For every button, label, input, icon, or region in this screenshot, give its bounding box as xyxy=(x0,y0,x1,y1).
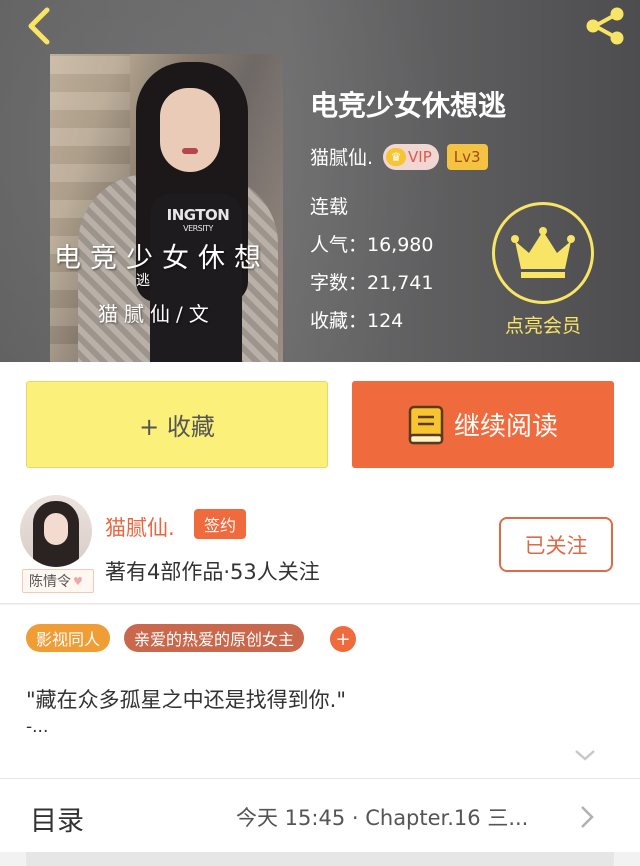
header-author-name[interactable]: 猫腻仙. xyxy=(310,143,373,170)
author-name[interactable]: 猫腻仙. xyxy=(105,512,175,542)
continue-reading-label: 继续阅读 xyxy=(453,412,558,442)
avatar-tag-label: 陈情令 xyxy=(29,574,71,590)
avatar-face xyxy=(44,513,68,545)
heart-icon: ♥ xyxy=(73,574,83,588)
cover-lips xyxy=(182,148,198,154)
intro-more: -... xyxy=(26,717,49,737)
add-tag-button[interactable]: + xyxy=(330,626,356,652)
book-status: 连载 xyxy=(310,196,349,218)
table-of-contents-row[interactable]: 目录 今天 15:45 · Chapter.16 三... xyxy=(0,778,640,852)
signed-badge: 签约 xyxy=(194,509,247,539)
vip-badge: ♛ VIP xyxy=(383,143,439,170)
author-row: 陈情令 ♥ 猫腻仙. 签约 著有4部作品·53人关注 已关注 xyxy=(0,480,640,604)
membership-button[interactable] xyxy=(492,202,594,304)
avatar[interactable] xyxy=(20,495,92,567)
author-line: 猫腻仙. ♛ VIP Lv3 xyxy=(310,143,488,170)
book-icon xyxy=(408,405,444,444)
intro-section: 影视同人 亲爱的热爱的原创女主 + "藏在众多孤星之中还是找得到你." -... xyxy=(0,605,640,778)
book-cover[interactable]: INGTON VERSITY 电竞少女休想 逃 猫腻仙/文 xyxy=(50,54,283,362)
latest-chapter: 今天 15:45 · Chapter.16 三... xyxy=(236,806,529,830)
chevron-down-icon[interactable] xyxy=(574,745,596,765)
level-badge: Lv3 xyxy=(446,143,488,170)
crown-icon: ♛ xyxy=(386,147,407,166)
back-icon[interactable] xyxy=(18,6,58,46)
intro-text: "藏在众多孤星之中还是找得到你." xyxy=(26,688,346,712)
cover-shirt-text: INGTON xyxy=(166,206,230,224)
cover-face xyxy=(160,88,220,172)
vip-label: VIP xyxy=(408,147,432,166)
book-header: INGTON VERSITY 电竞少女休想 逃 猫腻仙/文 电竞少女休想逃 猫腻… xyxy=(0,0,640,362)
book-title: 电竞少女休想逃 xyxy=(310,89,507,122)
cover-shirt-print: INGTON VERSITY xyxy=(154,206,242,234)
share-icon[interactable] xyxy=(582,6,628,46)
book-favorites: 收藏：124 xyxy=(310,310,404,332)
cover-shirt-sub: VERSITY xyxy=(183,224,213,233)
cover-author-text: 猫腻仙/文 xyxy=(98,302,215,326)
membership-label[interactable]: 点亮会员 xyxy=(488,311,598,338)
book-popularity: 人气：16,980 xyxy=(310,234,434,256)
cover-extra-text: 逃 xyxy=(136,273,150,289)
tag-item[interactable]: 影视同人 xyxy=(26,624,111,652)
tag-item[interactable]: 亲爱的热爱的原创女主 xyxy=(124,624,305,652)
collect-button[interactable]: + 收藏 xyxy=(26,381,328,468)
crown-icon xyxy=(511,227,575,278)
bottom-strip xyxy=(26,852,614,866)
toc-title: 目录 xyxy=(30,806,84,837)
book-word-count: 字数：21,741 xyxy=(310,272,434,294)
continue-reading-button[interactable]: 继续阅读 xyxy=(352,381,614,468)
action-bar: + 收藏 继续阅读 xyxy=(0,362,640,480)
chevron-right-icon xyxy=(580,805,594,829)
follow-button[interactable]: 已关注 xyxy=(499,517,613,572)
author-description: 著有4部作品·53人关注 xyxy=(105,560,320,584)
cover-title-text: 电竞少女休想 xyxy=(54,243,270,274)
avatar-tag: 陈情令 ♥ xyxy=(22,569,94,593)
